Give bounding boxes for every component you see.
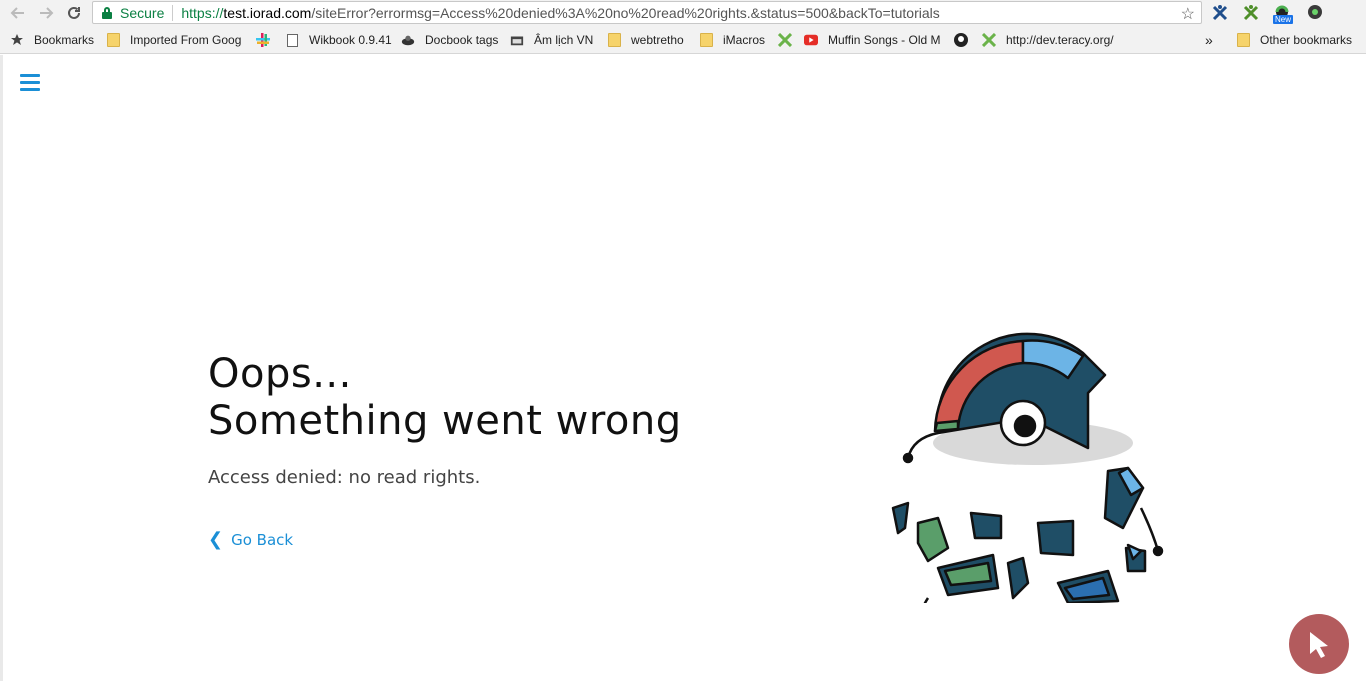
broken-robot-illustration xyxy=(891,332,1164,603)
arrow-right-icon xyxy=(40,7,54,19)
heading-line-1: Oops... xyxy=(208,351,352,397)
chevron-left-icon: ❮ xyxy=(208,529,224,550)
back-button[interactable] xyxy=(8,3,28,23)
bookmarks-bar: Bookmarks Imported From Goog Wikbook 0.9… xyxy=(0,26,1366,54)
bookmark-docbook[interactable]: Docbook tags xyxy=(401,31,498,49)
error-message: Access denied: no read rights. xyxy=(208,467,481,488)
bookmark-webtretho[interactable]: webtretho xyxy=(607,31,684,49)
youtube-icon xyxy=(804,33,818,47)
bookmark-wikbook[interactable]: Wikbook 0.9.41 xyxy=(285,31,392,49)
slack-icon xyxy=(256,33,270,47)
go-back-label: Go Back xyxy=(231,530,294,549)
secure-label: Secure xyxy=(120,4,165,21)
extension-pin-icon[interactable] xyxy=(1306,4,1324,22)
bookmark-muffin-songs[interactable]: Muffin Songs - Old M xyxy=(804,31,944,49)
go-back-link[interactable]: ❮ Go Back xyxy=(208,529,293,550)
bookmark-am-lich[interactable]: Âm lịch VN xyxy=(510,31,593,49)
xuggle-icon xyxy=(982,33,996,47)
folder-icon xyxy=(1236,33,1250,47)
forward-button[interactable] xyxy=(36,3,56,23)
extension-x-green-icon[interactable] xyxy=(1242,4,1260,22)
bookmark-xuggle[interactable] xyxy=(778,31,802,49)
lock-icon xyxy=(102,6,112,19)
xuggle-icon xyxy=(778,33,792,47)
reload-icon xyxy=(68,6,80,19)
bookmark-other[interactable]: Other bookmarks xyxy=(1236,31,1352,49)
arrow-left-icon xyxy=(10,7,24,19)
bookmarks-overflow-button[interactable]: » xyxy=(1205,31,1213,49)
folder-icon xyxy=(607,33,621,47)
bookmark-slack[interactable] xyxy=(256,31,280,49)
browser-toolbar: Secure https://test.iorad.com/siteError?… xyxy=(0,0,1366,26)
error-heading: Oops... Something went wrong xyxy=(208,351,682,445)
page-content: Oops... Something went wrong Access deni… xyxy=(0,55,1366,681)
folder-icon xyxy=(106,33,120,47)
calendar-icon xyxy=(510,33,524,47)
star-icon xyxy=(10,33,24,47)
url-text[interactable]: https://test.iorad.com/siteError?errorms… xyxy=(181,5,939,21)
bookmark-star-icon[interactable]: ☆ xyxy=(1181,4,1195,24)
extension-x-blue-icon[interactable] xyxy=(1211,4,1229,22)
bookmark-imported[interactable]: Imported From Goog xyxy=(106,31,241,49)
heading-line-2: Something went wrong xyxy=(208,398,682,444)
bookmark-bookmarks[interactable]: Bookmarks xyxy=(10,31,94,49)
bookmark-imacros[interactable]: iMacros xyxy=(699,31,765,49)
iorad-fab-button[interactable] xyxy=(1289,614,1349,674)
extension-new-icon[interactable]: New xyxy=(1273,4,1295,24)
reload-button[interactable] xyxy=(64,3,84,23)
hamburger-icon[interactable] xyxy=(20,74,42,92)
docbook-icon xyxy=(401,33,415,47)
cursor-arrow-icon xyxy=(1310,632,1328,658)
folder-icon xyxy=(699,33,713,47)
url-divider xyxy=(172,4,174,21)
address-bar[interactable]: Secure https://test.iorad.com/siteError?… xyxy=(92,1,1202,24)
github-icon xyxy=(954,33,968,47)
new-badge: New xyxy=(1273,15,1294,24)
bookmark-github[interactable] xyxy=(954,31,978,49)
page-icon xyxy=(285,33,299,47)
bookmark-teracy[interactable]: http://dev.teracy.org/ xyxy=(982,31,1122,49)
